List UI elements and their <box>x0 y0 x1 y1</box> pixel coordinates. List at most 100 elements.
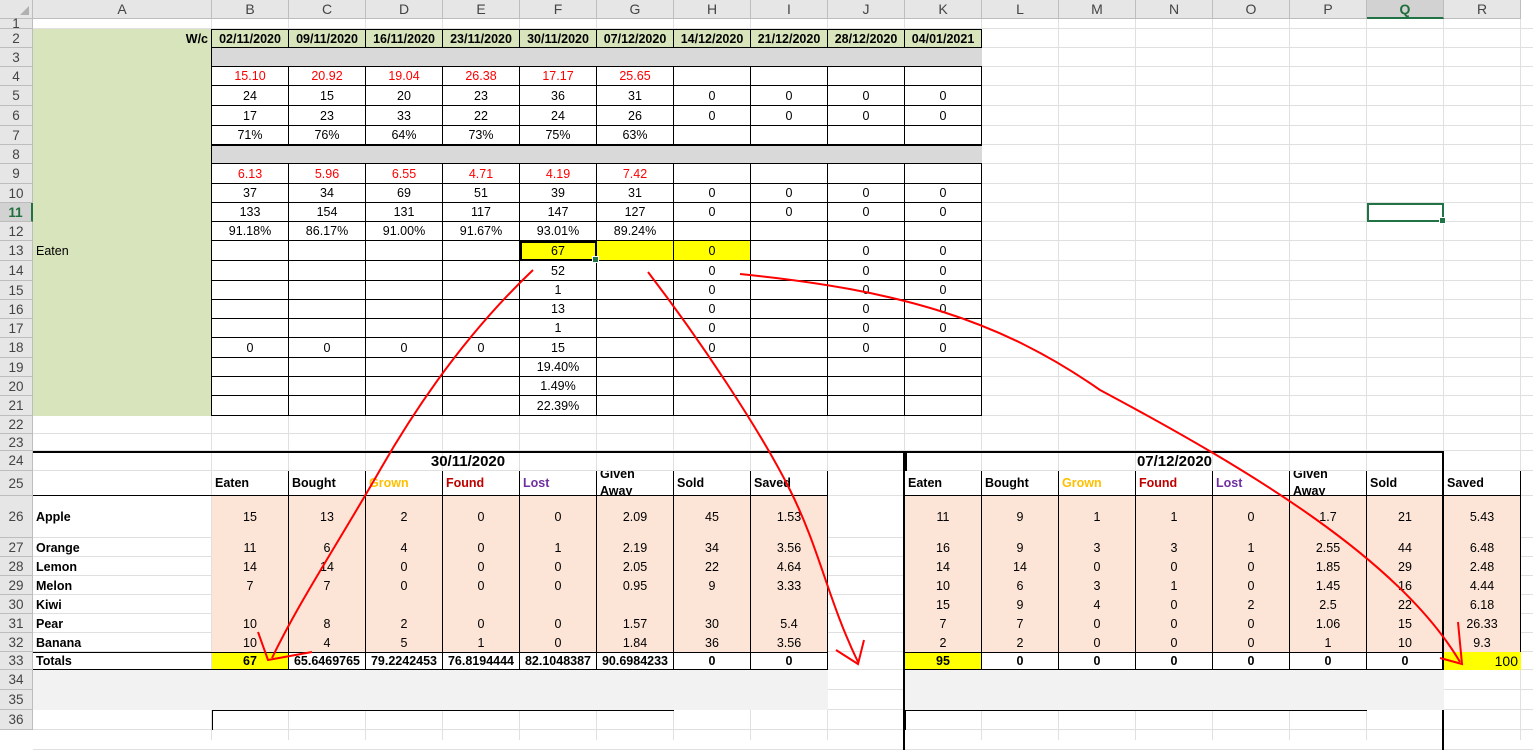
row-header-5[interactable]: 5 <box>0 86 33 106</box>
data-cell[interactable]: 147 <box>520 203 597 222</box>
data-cell[interactable]: 23 <box>289 106 366 126</box>
data-cell[interactable] <box>674 358 751 377</box>
data-cell[interactable]: 36 <box>520 86 597 106</box>
block1-value[interactable]: 5.4 <box>751 614 828 633</box>
data-cell[interactable]: 1 <box>520 281 597 300</box>
column-header-j[interactable]: J <box>828 0 905 19</box>
data-cell[interactable]: 0 <box>674 338 751 358</box>
data-cell[interactable]: 25.65 <box>597 67 674 86</box>
data-cell[interactable] <box>751 261 828 281</box>
data-cell[interactable]: 89.24% <box>597 222 674 241</box>
row-header-30[interactable]: 30 <box>0 595 33 614</box>
row-header-13[interactable]: 13 <box>0 241 33 261</box>
data-cell[interactable] <box>597 377 674 396</box>
row-header-32[interactable]: 32 <box>0 633 33 652</box>
block2-value[interactable]: 0 <box>1136 633 1213 652</box>
data-cell[interactable]: 86.17% <box>289 222 366 241</box>
data-cell[interactable]: 1 <box>520 319 597 338</box>
data-cell[interactable] <box>751 281 828 300</box>
block1-value[interactable]: 1 <box>443 633 520 652</box>
data-cell[interactable] <box>366 358 443 377</box>
block2-value[interactable]: 1 <box>1136 496 1213 538</box>
block2-value[interactable]: 7 <box>905 614 982 633</box>
row-header-1[interactable]: 1 <box>0 16 33 31</box>
block1-value[interactable]: 0 <box>520 576 597 595</box>
data-cell[interactable]: 5.96 <box>289 164 366 184</box>
block2-value[interactable]: 1.85 <box>1290 557 1367 576</box>
column-header-i[interactable]: I <box>751 0 828 19</box>
block1-value[interactable]: 0 <box>443 576 520 595</box>
block2-value[interactable]: 15 <box>905 595 982 614</box>
row-header-17[interactable]: 17 <box>0 319 33 338</box>
data-cell[interactable]: 0 <box>905 86 982 106</box>
data-cell[interactable]: 0 <box>905 281 982 300</box>
label-cell-a9[interactable] <box>33 164 212 184</box>
week-date-header[interactable]: 02/11/2020 <box>212 29 289 48</box>
week-date-header[interactable]: 04/01/2021 <box>905 29 982 48</box>
block2-value[interactable]: 1.7 <box>1290 496 1367 538</box>
data-cell[interactable] <box>751 396 828 416</box>
data-cell[interactable] <box>751 300 828 319</box>
data-cell[interactable] <box>289 396 366 416</box>
block1-total[interactable]: 67 <box>212 652 289 670</box>
data-cell[interactable]: 0 <box>674 319 751 338</box>
row-header-12[interactable]: 12 <box>0 222 33 241</box>
block1-header[interactable]: Saved <box>751 471 828 496</box>
block2-value[interactable]: 1 <box>1136 576 1213 595</box>
column-header-o[interactable]: O <box>1213 0 1290 19</box>
data-cell[interactable]: 0 <box>905 261 982 281</box>
data-cell[interactable] <box>674 164 751 184</box>
separator-band[interactable] <box>212 145 982 164</box>
block1-value[interactable]: 0 <box>520 557 597 576</box>
block1-value[interactable]: 1.53 <box>751 496 828 538</box>
block1-value[interactable]: 22 <box>674 557 751 576</box>
block2-value[interactable]: 10 <box>1367 633 1444 652</box>
block1-value[interactable]: 5 <box>366 633 443 652</box>
data-cell[interactable]: 0 <box>905 106 982 126</box>
block2-value[interactable]: 16 <box>1367 576 1444 595</box>
block2-total[interactable]: 95 <box>905 652 982 670</box>
data-cell[interactable]: 23 <box>443 86 520 106</box>
row-header-22[interactable]: 22 <box>0 416 33 434</box>
row-header-4[interactable]: 4 <box>0 67 33 86</box>
data-cell[interactable] <box>751 358 828 377</box>
block1-value[interactable]: 11 <box>212 538 289 557</box>
data-cell[interactable] <box>443 281 520 300</box>
row-header-16[interactable]: 16 <box>0 300 33 319</box>
label-cell-a16[interactable] <box>33 300 212 319</box>
data-cell[interactable]: 0 <box>828 319 905 338</box>
data-cell[interactable] <box>751 67 828 86</box>
data-cell[interactable]: 127 <box>597 203 674 222</box>
block1-header[interactable]: Bought <box>289 471 366 496</box>
block2-header[interactable]: Sold <box>1367 471 1444 496</box>
block1-value[interactable]: 45 <box>674 496 751 538</box>
block2-header[interactable]: Given Away <box>1290 471 1367 496</box>
block1-value[interactable]: 10 <box>212 614 289 633</box>
block2-value[interactable]: 0 <box>1213 614 1290 633</box>
data-cell[interactable]: 91.18% <box>212 222 289 241</box>
data-cell[interactable] <box>289 281 366 300</box>
data-cell[interactable]: 0 <box>905 300 982 319</box>
data-cell[interactable] <box>828 358 905 377</box>
data-cell[interactable] <box>366 281 443 300</box>
data-cell[interactable]: 0 <box>828 86 905 106</box>
data-cell[interactable]: 39 <box>520 184 597 203</box>
label-cell-a19[interactable] <box>33 358 212 377</box>
column-header-f[interactable]: F <box>520 0 597 19</box>
data-cell[interactable]: 24 <box>212 86 289 106</box>
data-cell[interactable]: 133 <box>212 203 289 222</box>
data-cell[interactable]: 0 <box>289 338 366 358</box>
data-cell[interactable]: 19.40% <box>520 358 597 377</box>
data-cell[interactable]: 0 <box>674 281 751 300</box>
block1-value[interactable]: 0 <box>443 496 520 538</box>
data-cell[interactable] <box>905 358 982 377</box>
block1-value[interactable]: 14 <box>289 557 366 576</box>
block1-value[interactable]: 1 <box>520 538 597 557</box>
block1-value[interactable] <box>443 595 520 614</box>
data-cell[interactable]: 117 <box>443 203 520 222</box>
block1-value[interactable]: 4 <box>289 633 366 652</box>
block1-value[interactable] <box>597 595 674 614</box>
data-cell[interactable] <box>212 281 289 300</box>
block1-value[interactable]: 4 <box>366 538 443 557</box>
data-cell[interactable] <box>674 377 751 396</box>
